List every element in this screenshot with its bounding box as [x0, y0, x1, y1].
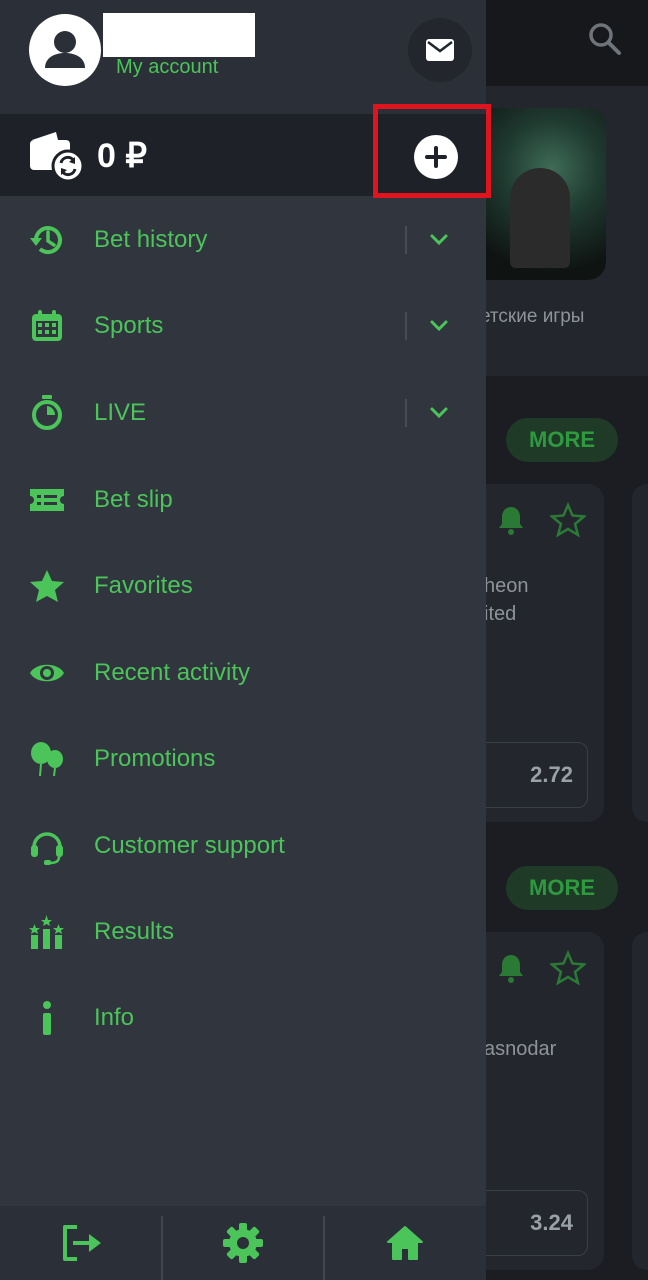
menu-divider: [405, 312, 407, 340]
calendar-icon: [32, 310, 62, 341]
headset-icon: [31, 832, 63, 865]
menu-item-label: Info: [94, 1004, 135, 1031]
menu-item-results[interactable]: Results: [0, 902, 486, 962]
menu-item-label: Recent activity: [94, 659, 251, 686]
event-card-partial[interactable]: [632, 484, 648, 822]
menu-item-label: Bet slip: [94, 486, 173, 513]
team-name: ited: [484, 603, 517, 625]
logout-button[interactable]: [0, 1206, 162, 1280]
menu-item-favorites[interactable]: Favorites: [0, 556, 486, 616]
menu-item-label: Bet history: [94, 226, 208, 253]
stopwatch-icon: [32, 395, 62, 430]
wallet-refresh-icon: [30, 132, 84, 183]
ticket-icon: [30, 489, 64, 511]
star-icon: [30, 570, 64, 602]
menu-item-sports[interactable]: Sports: [0, 296, 486, 356]
menu-item-recent-activity[interactable]: Recent activity: [0, 643, 486, 703]
menu-item-label: Sports: [94, 312, 164, 339]
home-icon: [387, 1226, 423, 1260]
menu-item-bet-history[interactable]: Bet history: [0, 210, 486, 270]
menu-item-label: Favorites: [94, 572, 193, 599]
chevron-down-icon[interactable]: [426, 400, 452, 426]
menu-divider: [405, 226, 407, 254]
menu-item-info[interactable]: Info: [0, 988, 486, 1048]
chevron-down-icon[interactable]: [426, 313, 452, 339]
logout-icon: [63, 1225, 101, 1261]
menu-item-label: Results: [94, 918, 175, 945]
balance-amount: 0 ₽: [97, 137, 147, 175]
settings-button[interactable]: [162, 1206, 324, 1280]
home-button[interactable]: [324, 1206, 486, 1280]
menu-item-label: LIVE: [94, 399, 147, 426]
odds-button[interactable]: 3.24: [470, 1190, 588, 1256]
username-redacted: [103, 13, 255, 57]
info-icon: [43, 1001, 51, 1035]
menu-item-customer-support[interactable]: Customer support: [0, 816, 486, 876]
more-button[interactable]: MORE: [506, 866, 618, 910]
star-outline-icon[interactable]: [550, 502, 586, 538]
balloons-icon: [31, 742, 63, 777]
settings-icon: [223, 1223, 263, 1263]
team-name: asnodar: [484, 1038, 557, 1060]
more-button[interactable]: MORE: [506, 418, 618, 462]
menu-item-live[interactable]: LIVE: [0, 383, 486, 443]
search-icon[interactable]: [584, 18, 624, 58]
history-icon: [30, 226, 62, 255]
bell-icon[interactable]: [494, 951, 528, 985]
mail-button[interactable]: [408, 18, 472, 82]
team-name: heon: [484, 575, 529, 597]
menu-item-bet-slip[interactable]: Bet slip: [0, 470, 486, 530]
user-avatar-icon[interactable]: [29, 14, 101, 86]
my-account-link[interactable]: My account: [116, 56, 218, 79]
odds-button[interactable]: 2.72: [470, 742, 588, 808]
menu-item-promotions[interactable]: Promotions: [0, 729, 486, 789]
highlight-box: [373, 104, 491, 198]
eye-icon: [30, 664, 64, 682]
event-card-partial[interactable]: [632, 932, 648, 1270]
menu-divider: [405, 399, 407, 427]
navigation-drawer: My account 0 ₽ Bet history Sports LIVE B…: [0, 0, 491, 1280]
bell-icon[interactable]: [494, 503, 528, 537]
chevron-down-icon[interactable]: [426, 227, 452, 253]
results-icon: [29, 915, 64, 949]
star-outline-icon[interactable]: [550, 950, 586, 986]
game-label: етские игры: [480, 306, 585, 327]
menu-item-label: Customer support: [94, 832, 285, 859]
mail-icon: [426, 39, 454, 61]
menu-item-label: Promotions: [94, 745, 216, 772]
